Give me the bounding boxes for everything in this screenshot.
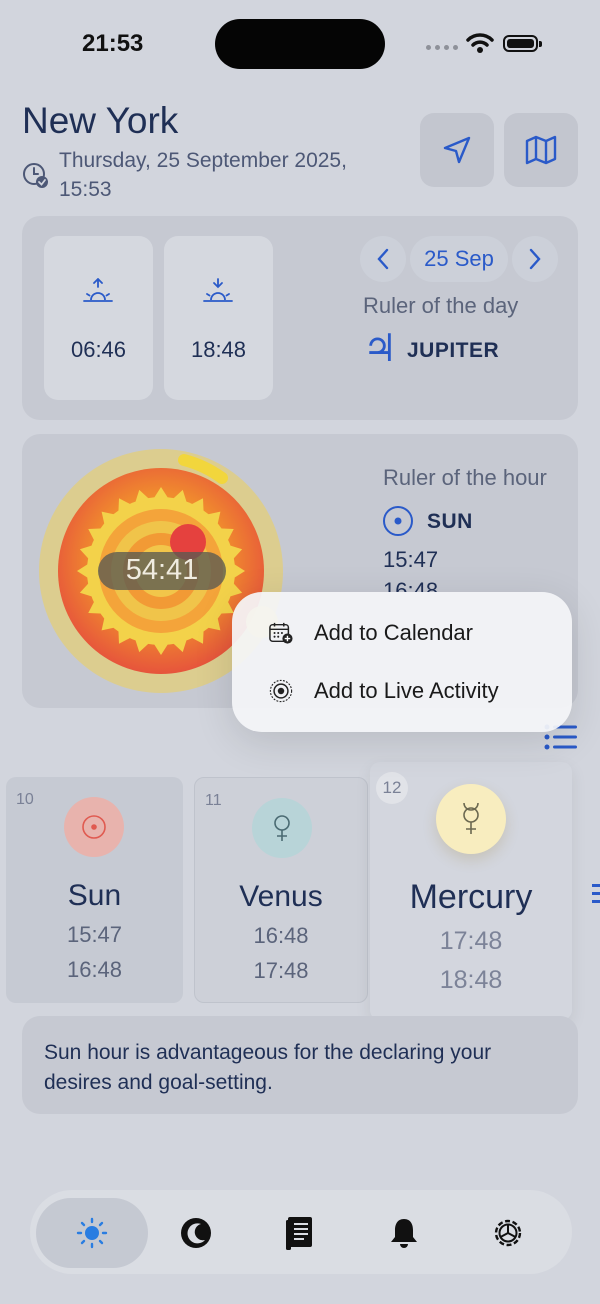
- sunrise-icon: [83, 278, 113, 302]
- map-button[interactable]: [504, 113, 578, 187]
- cellular-signal-icon: [426, 45, 458, 50]
- city-title: New York: [22, 100, 179, 141]
- previous-day-button[interactable]: [360, 236, 406, 282]
- tab-settings[interactable]: [452, 1198, 564, 1268]
- tab-moon[interactable]: [140, 1198, 252, 1268]
- status-time: 21:53: [82, 30, 144, 57]
- date-selector[interactable]: 25 Sep: [410, 236, 508, 282]
- sunset-icon: [203, 278, 233, 302]
- hour-number: 11: [205, 792, 222, 809]
- sunrise-time: 06:46: [70, 337, 127, 362]
- menu-item-label: Add to Live Activity: [314, 678, 499, 703]
- hour-info-panel: Sun hour is advantageous for the declari…: [22, 1016, 578, 1114]
- mercury-planet-icon: [436, 784, 506, 854]
- bell-icon: [391, 1219, 417, 1248]
- hour-planet-name: Mercury: [409, 878, 533, 916]
- hour-end: 17:48: [253, 958, 309, 983]
- chevron-right-icon: [529, 248, 541, 270]
- day-ruler-name: JUPITER: [407, 339, 500, 362]
- hour-start-time: 15:47: [383, 547, 439, 572]
- day-ruler-label: Ruler of the day: [363, 293, 519, 318]
- map-icon: [525, 135, 557, 165]
- next-hour-tile-peek: [592, 880, 600, 906]
- jupiter-icon: ♃: [363, 326, 398, 370]
- hour-ruler-label: Ruler of the hour: [383, 465, 547, 490]
- hour-tile-mercury[interactable]: 12 Mercury 17:48 18:48: [370, 762, 572, 1020]
- current-datetime: Thursday, 25 September 2025, 15:53: [59, 149, 347, 201]
- sun-symbol-icon: [383, 506, 413, 536]
- menu-item-label: Add to Calendar: [314, 620, 473, 645]
- hour-start: 15:47: [66, 922, 123, 947]
- venus-planet-icon: [252, 798, 312, 858]
- sun-icon: [76, 1217, 108, 1249]
- chevron-left-icon: [377, 248, 389, 270]
- add-to-calendar-item[interactable]: Add to Calendar: [232, 604, 572, 662]
- next-day-button[interactable]: [512, 236, 558, 282]
- hour-start: 16:48: [253, 923, 309, 948]
- hour-tile-sun[interactable]: 10 Sun 15:47 16:48: [6, 777, 183, 1003]
- hour-number: 12: [376, 772, 408, 804]
- wifi-icon: [466, 33, 494, 53]
- sunset-time: 18:48: [190, 337, 247, 362]
- location-arrow-icon: [443, 136, 471, 164]
- hour-number: 10: [16, 791, 34, 808]
- battery-icon: [503, 35, 542, 52]
- hour-end: 18:48: [439, 966, 503, 994]
- dynamic-island: [215, 19, 385, 69]
- live-activity-icon: [269, 678, 293, 704]
- add-to-live-activity-item[interactable]: Add to Live Activity: [232, 662, 572, 720]
- location-button[interactable]: [420, 113, 494, 187]
- gear-icon: [494, 1219, 522, 1247]
- clock-check-icon: [23, 163, 48, 188]
- hour-planet-name: Sun: [67, 879, 122, 912]
- hour-ruler-name: SUN: [427, 510, 473, 533]
- hour-countdown: 54:41: [125, 554, 199, 586]
- hour-tile-venus[interactable]: 11 Venus 16:48 17:48: [194, 777, 368, 1003]
- hour-end: 16:48: [66, 957, 123, 982]
- hour-info-text: Sun hour is advantageous for the declari…: [44, 1041, 492, 1094]
- tab-journal[interactable]: [244, 1198, 356, 1268]
- sunset-card: 18:48: [164, 236, 273, 400]
- tab-sun[interactable]: [36, 1198, 148, 1268]
- tab-notifications[interactable]: [348, 1198, 460, 1268]
- sunrise-card: 06:46: [44, 236, 153, 400]
- sun-planet-icon: [64, 797, 124, 857]
- hour-end-time: 16:48: [383, 578, 439, 592]
- hour-planet-name: Venus: [239, 880, 323, 913]
- journal-icon: [286, 1217, 312, 1250]
- moon-icon: [181, 1218, 211, 1248]
- hour-start: 17:48: [439, 927, 503, 955]
- context-menu: Add to Calendar Add to Live Activity: [232, 592, 572, 732]
- calendar-add-icon: [269, 621, 293, 645]
